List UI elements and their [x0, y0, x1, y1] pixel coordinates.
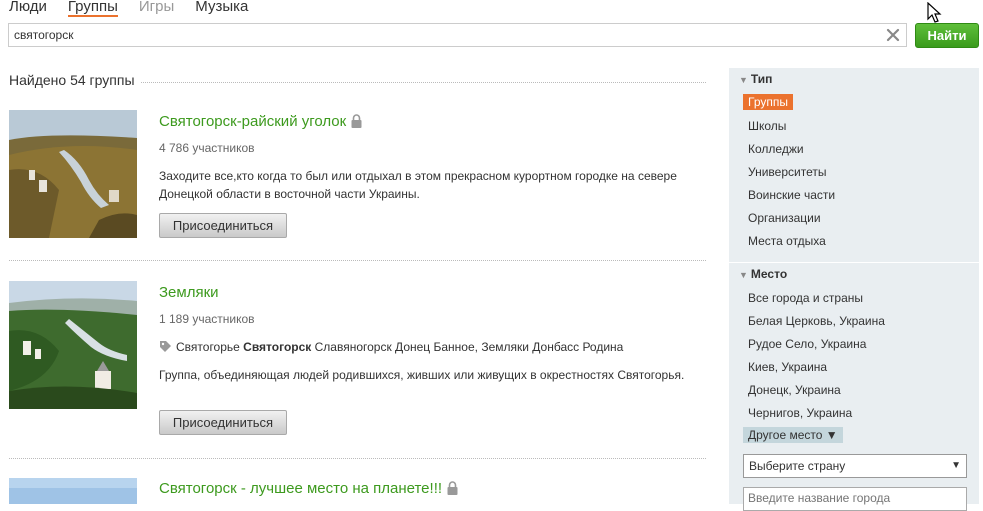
tab-people[interactable]: Люди [9, 0, 47, 18]
divider [9, 260, 706, 261]
filter-place-all[interactable]: Все города и страны [748, 291, 863, 305]
search-input[interactable] [9, 24, 879, 46]
group-item: Святогорск - лучшее место на планете!!! [9, 478, 706, 504]
clear-icon[interactable] [884, 26, 902, 44]
filter-type-colleges[interactable]: Колледжи [748, 142, 804, 156]
tag-icon [160, 341, 171, 352]
mouse-cursor-icon [927, 2, 942, 23]
filter-type-label: Тип [750, 72, 773, 86]
collapse-triangle-icon: ▼ [739, 270, 748, 280]
group-item: Святогорск-райский уголок 4 786 участник… [9, 110, 706, 250]
group-title-text[interactable]: Святогорск - лучшее место на планете!!! [159, 480, 442, 497]
tab-games[interactable]: Игры [139, 0, 174, 18]
filter-place-header[interactable]: ▼ Место [739, 267, 787, 281]
group-thumbnail[interactable] [9, 478, 137, 504]
group-thumbnail[interactable] [9, 110, 137, 238]
filter-type-recreation[interactable]: Места отдыха [748, 234, 826, 248]
filter-type-header[interactable]: ▼ Тип [739, 72, 772, 86]
group-title[interactable]: Земляки [159, 284, 219, 301]
filter-type-groups[interactable]: Группы [743, 94, 793, 110]
group-members: 1 189 участников [159, 312, 255, 326]
group-title-text[interactable]: Святогорск-райский уголок [159, 113, 346, 130]
filter-type-schools[interactable]: Школы [748, 119, 786, 133]
tag-text[interactable]: Святогорье [176, 340, 243, 354]
filter-type-military[interactable]: Воинские части [748, 188, 835, 202]
group-tags: Святогорье Святогорск Славяногорск Донец… [159, 340, 623, 354]
join-button[interactable]: Присоединиться [159, 213, 287, 238]
filter-place-item[interactable]: Чернигов, Украина [748, 406, 852, 420]
join-button[interactable]: Присоединиться [159, 410, 287, 435]
search-box [8, 23, 907, 47]
group-description: Заходите все,кто когда то был или отдыха… [159, 169, 677, 201]
city-input[interactable] [744, 488, 962, 508]
group-description: Группа, объединяющая людей родившихся, ж… [159, 368, 685, 382]
filter-type-universities[interactable]: Университеты [748, 165, 826, 179]
filter-sidebar: ▼ Тип Группы Школы Колледжи Университеты … [729, 68, 979, 511]
filter-place-item[interactable]: Киев, Украина [748, 360, 827, 374]
filter-place-item[interactable]: Рудое Село, Украина [748, 337, 866, 351]
filter-place-label: Место [750, 267, 788, 281]
other-place-toggle[interactable]: Другое место ▼ [743, 427, 843, 443]
tag-match[interactable]: Святогорск [243, 340, 311, 354]
country-select-value: Выберите страну [749, 459, 846, 473]
lock-icon [447, 481, 458, 495]
tab-music[interactable]: Музыка [195, 0, 248, 18]
group-item: Земляки 1 189 участников Святогорье Свят… [9, 281, 706, 451]
results-header: Найдено 54 группы [9, 70, 706, 90]
filter-place-item[interactable]: Донецк, Украина [748, 383, 841, 397]
divider [9, 458, 706, 459]
tab-groups[interactable]: Группы [67, 0, 118, 18]
tag-text[interactable]: Славяногорск Донец Банное, Земляки Донба… [311, 340, 624, 354]
group-title[interactable]: Святогорск - лучшее место на планете!!! [159, 480, 458, 497]
group-title[interactable]: Святогорск-райский уголок [159, 113, 362, 130]
dropdown-arrow-icon: ▼ [951, 460, 961, 471]
filter-place-item[interactable]: Белая Церковь, Украина [748, 314, 885, 328]
find-button[interactable]: Найти [915, 23, 979, 48]
group-members: 4 786 участников [159, 141, 255, 155]
city-field [743, 487, 967, 511]
collapse-triangle-icon: ▼ [739, 75, 748, 85]
results-count: Найдено 54 группы [9, 72, 135, 88]
lock-icon [351, 114, 362, 128]
filter-type-organizations[interactable]: Организации [748, 211, 821, 225]
group-thumbnail[interactable] [9, 281, 137, 409]
sidebar-divider [729, 262, 979, 263]
search-tabs: Люди Группы Игры Музыка [9, 0, 269, 18]
country-select[interactable]: Выберите страну ▼ [743, 454, 967, 478]
